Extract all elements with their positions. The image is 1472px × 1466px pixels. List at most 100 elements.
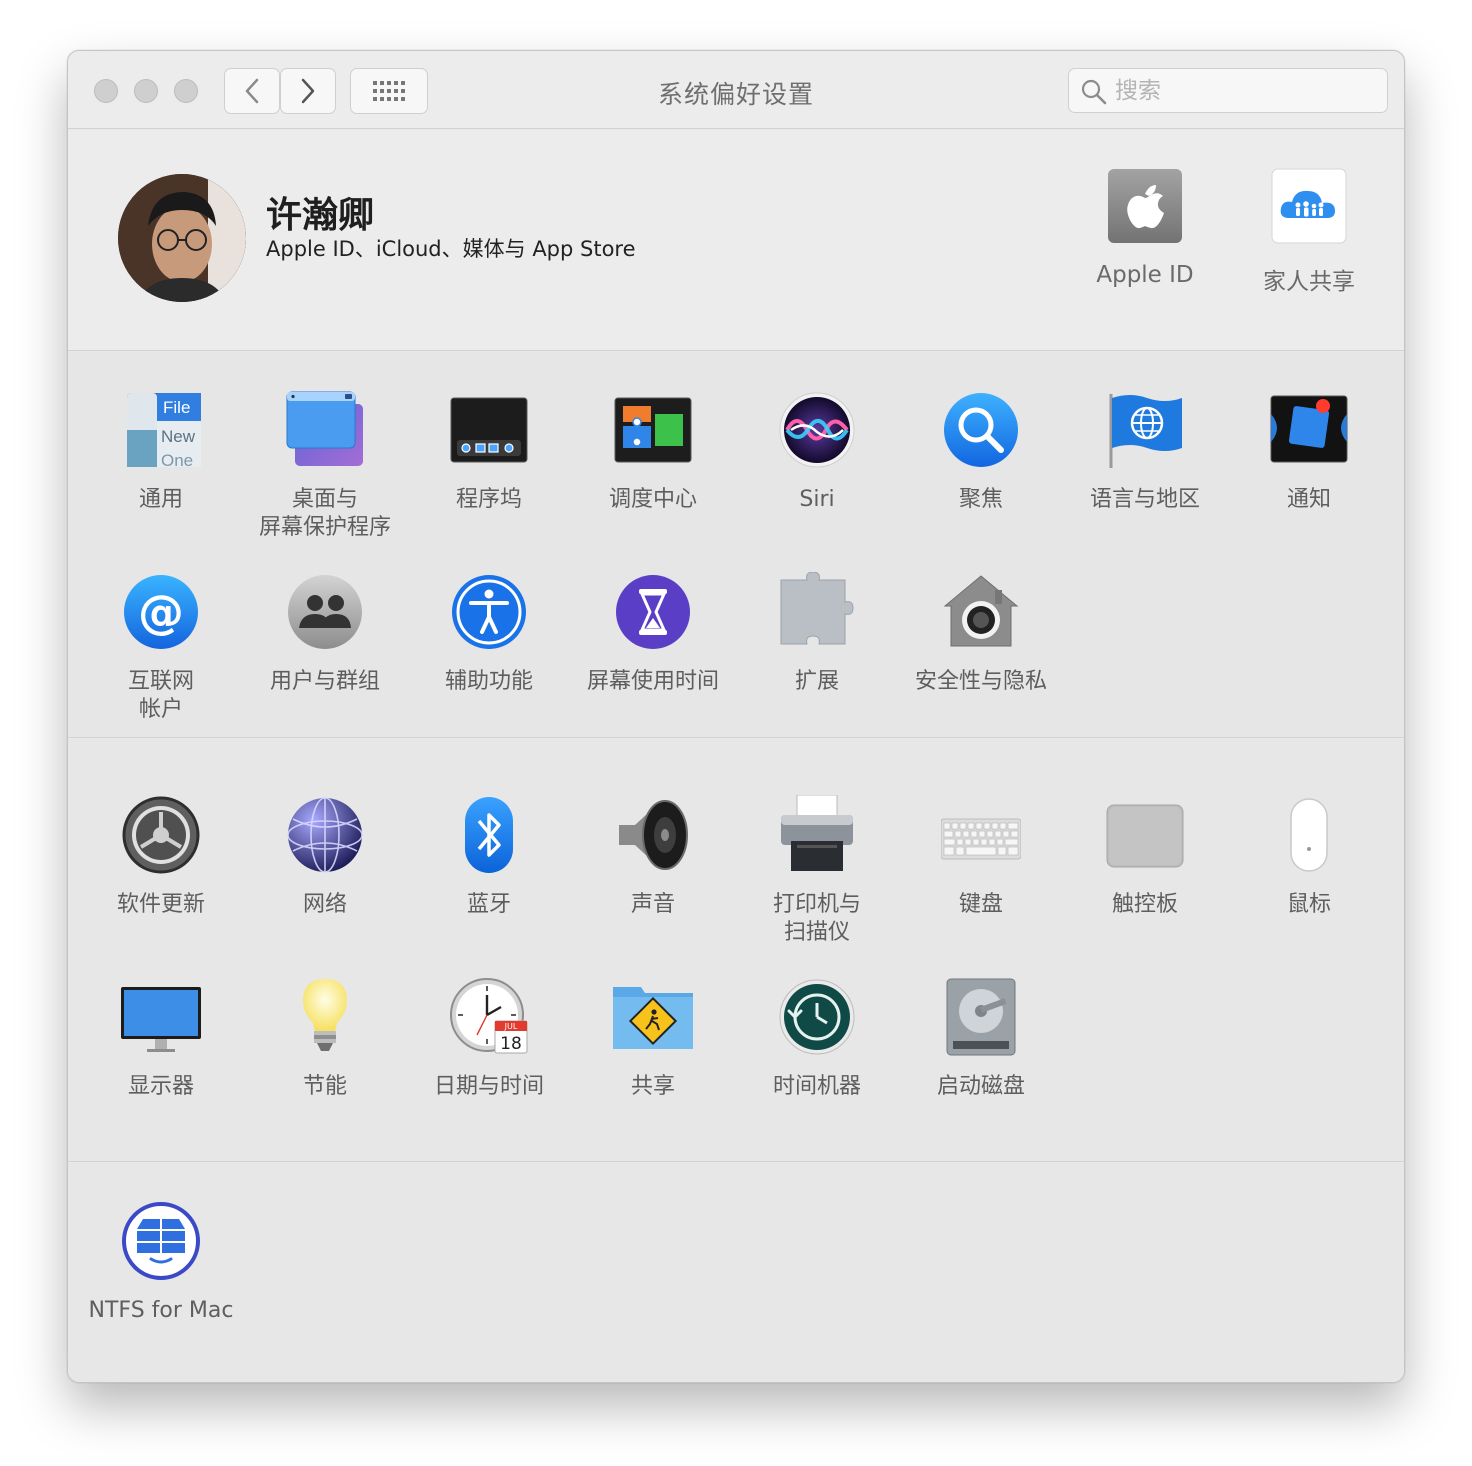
pref-dock[interactable]: 程序坞 — [407, 390, 571, 514]
system-preferences-window: 系统偏好设置 许瀚卿 Apple ID、iCloud、媒体与 App S — [67, 50, 1405, 1383]
pref-date-time[interactable]: JUL 18 日期与时间 — [407, 977, 571, 1101]
spotlight-icon — [944, 393, 1018, 467]
pref-apple-id[interactable]: Apple ID — [1060, 168, 1230, 288]
pref-screen-time[interactable]: 屏幕使用时间 — [571, 572, 735, 696]
internet-accounts-label: 互联网 帐户 — [127, 669, 194, 722]
pref-time-machine[interactable]: 时间机器 — [735, 977, 899, 1101]
pref-language-region[interactable]: 语言与地区 — [1063, 390, 1227, 514]
ntfs-for-mac-icon — [122, 1202, 200, 1280]
sharing-label: 共享 — [630, 1074, 675, 1099]
bluetooth-icon — [465, 797, 513, 873]
pref-ntfs-for-mac[interactable]: NTFS for Mac — [79, 1201, 243, 1325]
network-label: 网络 — [302, 892, 347, 917]
printers-scanners-icon — [781, 795, 853, 871]
pref-trackpad[interactable]: 触控板 — [1063, 795, 1227, 919]
users-groups-icon — [288, 575, 362, 649]
sound-icon — [619, 800, 688, 870]
hardware-section: 软件更新 网络 蓝牙 声音 打印机与 扫描仪 键盘 触控板 鼠标 显示器 节能 … — [68, 739, 1404, 1162]
mouse-label: 鼠标 — [1286, 892, 1331, 917]
siri-icon — [779, 392, 855, 468]
printers-scanners-label: 打印机与 扫描仪 — [772, 892, 861, 945]
date-time-icon: JUL 18 — [450, 978, 528, 1054]
network-icon — [287, 797, 363, 873]
search-input[interactable] — [1115, 75, 1375, 107]
general-icon-file-text: File — [163, 398, 190, 417]
ntfs-for-mac-label: NTFS for Mac — [88, 1298, 234, 1323]
pref-family-sharing[interactable]: 家人共享 — [1224, 168, 1394, 296]
apple-id-icon — [1108, 169, 1182, 243]
trackpad-icon — [1106, 804, 1184, 868]
displays-label: 显示器 — [127, 1074, 194, 1099]
date-time-label: 日期与时间 — [433, 1074, 544, 1099]
pref-mouse[interactable]: 鼠标 — [1227, 795, 1391, 919]
pref-printers-scanners[interactable]: 打印机与 扫描仪 — [735, 795, 899, 947]
pref-bluetooth[interactable]: 蓝牙 — [407, 795, 571, 919]
screen-time-icon — [616, 575, 690, 649]
keyboard-icon — [941, 818, 1021, 860]
security-privacy-icon — [943, 575, 1019, 647]
mission-control-icon — [614, 397, 692, 463]
siri-label: Siri — [799, 487, 835, 512]
pref-security-privacy[interactable]: 安全性与隐私 — [899, 572, 1063, 696]
internet-accounts-icon: @ — [124, 575, 198, 649]
pref-users-groups[interactable]: 用户与群组 — [243, 572, 407, 696]
accessibility-label: 辅助功能 — [444, 669, 533, 694]
avatar[interactable] — [118, 174, 246, 302]
family-sharing-label: 家人共享 — [1263, 269, 1355, 295]
software-update-icon — [122, 796, 200, 874]
title-bar: 系统偏好设置 — [68, 51, 1404, 129]
screen-time-label: 屏幕使用时间 — [586, 669, 719, 694]
general-label: 通用 — [138, 487, 183, 512]
other-section: NTFS for Mac — [68, 1163, 1404, 1382]
pref-spotlight[interactable]: 聚焦 — [899, 390, 1063, 514]
notifications-label: 通知 — [1286, 487, 1331, 512]
pref-keyboard[interactable]: 键盘 — [899, 795, 1063, 919]
language-region-icon — [1109, 394, 1182, 468]
pref-sound[interactable]: 声音 — [571, 795, 735, 919]
apple-id-label: Apple ID — [1096, 262, 1194, 288]
spotlight-label: 聚焦 — [958, 487, 1003, 512]
sound-label: 声音 — [630, 892, 675, 917]
pref-general[interactable]: File New One 通用 — [79, 390, 243, 514]
displays-icon — [121, 987, 201, 1052]
dock-icon — [450, 397, 528, 463]
pref-desktop-screensaver[interactable]: 桌面与 屏幕保护程序 — [243, 390, 407, 542]
accessibility-icon — [452, 575, 526, 649]
extensions-icon — [780, 572, 854, 645]
general-icon-new-text: New — [161, 427, 196, 446]
pref-extensions[interactable]: 扩展 — [735, 572, 899, 696]
startup-disk-label: 启动磁盘 — [936, 1074, 1025, 1099]
pref-notifications[interactable]: 通知 — [1227, 390, 1391, 514]
startup-disk-icon — [946, 978, 1016, 1056]
user-name: 许瀚卿 — [266, 195, 375, 236]
security-privacy-label: 安全性与隐私 — [914, 669, 1047, 694]
user-section: 许瀚卿 Apple ID、iCloud、媒体与 App Store Apple … — [68, 130, 1404, 351]
mouse-icon — [1290, 798, 1328, 872]
notifications-icon — [1270, 395, 1348, 463]
pref-internet-accounts[interactable]: @ 互联网 帐户 — [79, 572, 243, 724]
users-groups-label: 用户与群组 — [269, 669, 380, 694]
pref-energy-saver[interactable]: 节能 — [243, 977, 407, 1101]
desktop-screensaver-label: 桌面与 屏幕保护程序 — [258, 487, 391, 540]
pref-siri[interactable]: Siri — [735, 390, 899, 514]
time-machine-label: 时间机器 — [772, 1074, 861, 1099]
search-field[interactable] — [1068, 68, 1388, 113]
pref-software-update[interactable]: 软件更新 — [79, 795, 243, 919]
calendar-day-text: 18 — [500, 1034, 522, 1054]
user-subtitle: Apple ID、iCloud、媒体与 App Store — [266, 237, 636, 261]
pref-mission-control[interactable]: 调度中心 — [571, 390, 735, 514]
user-photo — [118, 174, 246, 302]
energy-saver-label: 节能 — [302, 1074, 347, 1099]
keyboard-label: 键盘 — [958, 892, 1003, 917]
pref-displays[interactable]: 显示器 — [79, 977, 243, 1101]
pref-accessibility[interactable]: 辅助功能 — [407, 572, 571, 696]
pref-startup-disk[interactable]: 启动磁盘 — [899, 977, 1063, 1101]
calendar-month-text: JUL — [504, 1022, 518, 1031]
family-sharing-icon — [1271, 168, 1347, 244]
extensions-label: 扩展 — [794, 669, 839, 694]
pref-network[interactable]: 网络 — [243, 795, 407, 919]
general-icon: File New One — [127, 393, 201, 470]
sharing-icon — [613, 987, 693, 1049]
pref-sharing[interactable]: 共享 — [571, 977, 735, 1101]
trackpad-label: 触控板 — [1111, 892, 1178, 917]
